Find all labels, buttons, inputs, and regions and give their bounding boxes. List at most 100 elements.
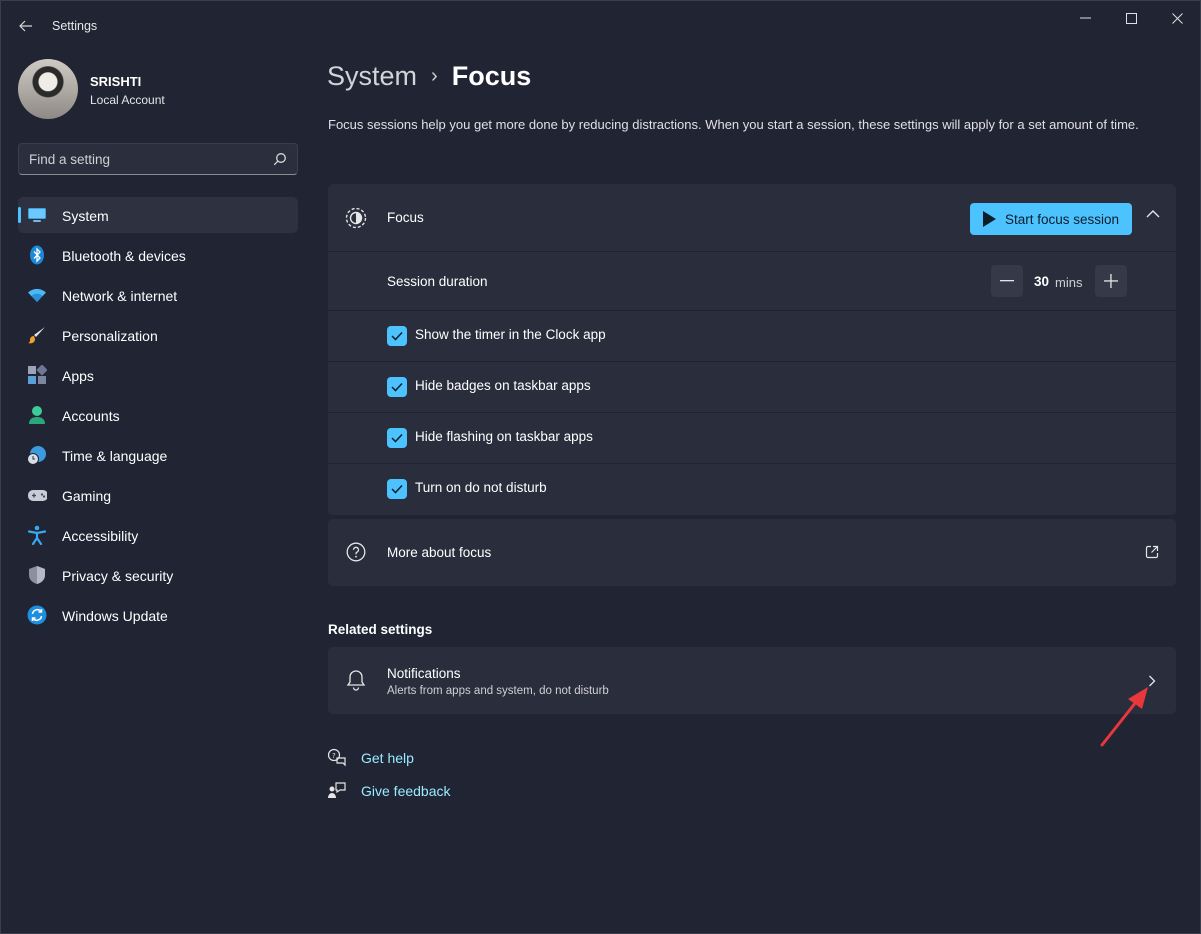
bluetooth-icon <box>27 245 47 265</box>
wifi-icon <box>27 285 47 305</box>
focus-icon <box>345 207 367 229</box>
settings-window: Settings SRISHTI Local Account Find a se… <box>0 0 1201 934</box>
sidebar-item-label: Bluetooth & devices <box>62 248 186 264</box>
close-icon <box>1171 12 1183 24</box>
gamepad-icon <box>27 485 47 505</box>
sidebar-item-system[interactable]: System <box>18 197 298 233</box>
more-about-focus-label: More about focus <box>387 545 492 560</box>
external-link-icon <box>1145 545 1159 559</box>
sidebar-item-time-language[interactable]: Time & language <box>18 437 298 473</box>
back-button[interactable] <box>13 13 39 39</box>
sidebar-item-accessibility[interactable]: Accessibility <box>18 517 298 553</box>
close-button[interactable] <box>1154 1 1200 35</box>
get-help-icon: ? <box>327 748 346 767</box>
decrease-duration-button[interactable] <box>991 265 1023 297</box>
start-focus-session-button[interactable]: Start focus session <box>970 203 1132 235</box>
sidebar-item-windows-update[interactable]: Windows Update <box>18 597 298 633</box>
breadcrumb-parent[interactable]: System <box>327 61 417 92</box>
sidebar-nav: System Bluetooth & devices Network & int… <box>18 197 298 637</box>
minus-icon <box>1000 280 1014 282</box>
page-title: Focus <box>451 61 532 91</box>
notifications-subtitle: Alerts from apps and system, do not dist… <box>387 685 609 697</box>
option-row[interactable]: Show the timer in the Clock app <box>328 311 1176 361</box>
sidebar-item-label: Apps <box>62 368 94 384</box>
account-type: Local Account <box>90 93 165 107</box>
option-row[interactable]: Hide badges on taskbar apps <box>328 362 1176 412</box>
focus-header-row[interactable]: Focus Start focus session <box>328 184 1176 251</box>
sidebar-item-label: Time & language <box>62 448 168 464</box>
focus-card: Focus Start focus session Session durati… <box>328 184 1176 515</box>
sidebar-item-accounts[interactable]: Accounts <box>18 397 298 433</box>
svg-text:?: ? <box>332 752 336 760</box>
hide-flashing-checkbox[interactable] <box>387 428 407 448</box>
increase-duration-button[interactable] <box>1095 265 1127 297</box>
bell-icon <box>345 669 367 691</box>
checkmark-icon <box>391 484 403 494</box>
minimize-button[interactable] <box>1062 1 1108 35</box>
accessibility-icon <box>27 525 47 545</box>
option-label: Hide badges on taskbar apps <box>415 378 591 393</box>
do-not-disturb-checkbox[interactable] <box>387 479 407 499</box>
sidebar-item-apps[interactable]: Apps <box>18 357 298 393</box>
search-box[interactable]: Find a setting <box>18 143 298 175</box>
annotation-arrow-icon <box>1100 687 1148 747</box>
feedback-icon <box>328 782 346 798</box>
option-label: Show the timer in the Clock app <box>415 327 606 342</box>
globe-clock-icon <box>27 445 47 465</box>
duration-unit: mins <box>1055 275 1083 290</box>
checkmark-icon <box>391 331 403 341</box>
search-icon[interactable] <box>273 152 287 166</box>
notifications-card[interactable]: Notifications Alerts from apps and syste… <box>328 647 1176 714</box>
sidebar-item-label: Accessibility <box>62 528 139 544</box>
session-duration-label: Session duration <box>387 274 488 289</box>
session-duration-row: Session duration 30 mins <box>328 252 1176 310</box>
update-icon <box>27 605 47 625</box>
sidebar-item-label: Gaming <box>62 488 112 504</box>
breadcrumb: System › Focus <box>327 61 531 92</box>
option-label: Hide flashing on taskbar apps <box>415 429 593 444</box>
breadcrumb-separator: › <box>431 65 438 87</box>
sidebar-item-network[interactable]: Network & internet <box>18 277 298 313</box>
option-row[interactable]: Turn on do not disturb <box>328 464 1176 515</box>
focus-title: Focus <box>387 210 424 225</box>
sidebar-item-personalization[interactable]: Personalization <box>18 317 298 353</box>
back-arrow-icon <box>19 20 32 32</box>
brush-icon <box>27 325 47 345</box>
sidebar-item-label: Privacy & security <box>62 568 174 584</box>
account-icon <box>27 405 47 425</box>
avatar[interactable] <box>18 59 78 119</box>
sidebar-item-label: System <box>62 208 109 224</box>
system-icon <box>27 205 47 225</box>
get-help-link[interactable]: Get help <box>361 750 414 766</box>
more-about-focus-card[interactable]: More about focus <box>328 519 1176 586</box>
plus-icon <box>1104 274 1118 288</box>
option-row[interactable]: Hide flashing on taskbar apps <box>328 413 1176 463</box>
app-title: Settings <box>52 19 98 33</box>
hide-badges-checkbox[interactable] <box>387 377 407 397</box>
give-feedback-link[interactable]: Give feedback <box>361 783 451 799</box>
maximize-icon <box>1125 12 1137 24</box>
chevron-up-icon[interactable] <box>1146 209 1160 218</box>
sidebar-item-gaming[interactable]: Gaming <box>18 477 298 513</box>
user-name: SRISHTI <box>90 74 142 89</box>
sidebar-item-label: Personalization <box>62 328 158 344</box>
page-description: Focus sessions help you get more done by… <box>328 117 1139 132</box>
sidebar-item-privacy[interactable]: Privacy & security <box>18 557 298 593</box>
option-label: Turn on do not disturb <box>415 480 547 495</box>
title-bar: Settings <box>1 1 1200 51</box>
related-settings-heading: Related settings <box>328 622 433 637</box>
apps-icon <box>27 365 47 385</box>
sidebar-item-label: Windows Update <box>62 608 168 624</box>
sidebar-item-label: Accounts <box>62 408 120 424</box>
play-icon <box>982 211 996 227</box>
start-focus-session-label: Start focus session <box>1004 211 1120 227</box>
show-timer-checkbox[interactable] <box>387 326 407 346</box>
sidebar-item-bluetooth[interactable]: Bluetooth & devices <box>18 237 298 273</box>
checkmark-icon <box>391 433 403 443</box>
maximize-button[interactable] <box>1108 1 1154 35</box>
minimize-icon <box>1079 17 1091 19</box>
sidebar-item-label: Network & internet <box>62 288 178 304</box>
search-input[interactable]: Find a setting <box>29 152 110 167</box>
notifications-title: Notifications <box>387 666 461 681</box>
help-circle-icon <box>345 541 367 563</box>
